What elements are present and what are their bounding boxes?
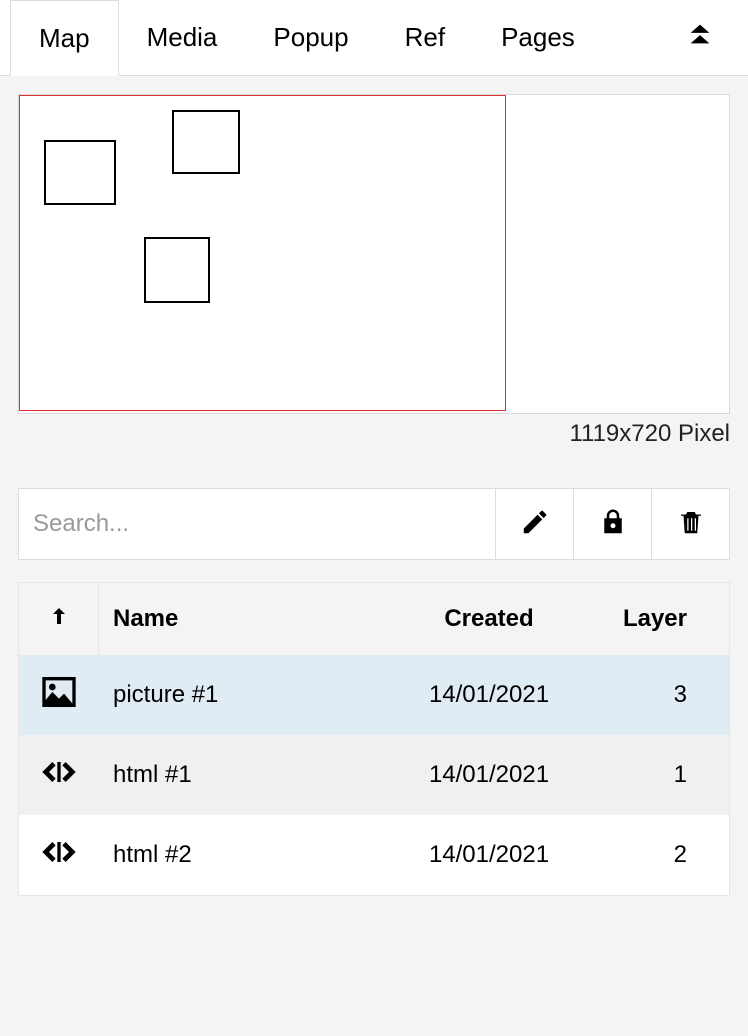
- row-type-cell: [19, 672, 99, 719]
- column-header-created[interactable]: Created: [389, 605, 589, 633]
- code-icon: [39, 832, 79, 879]
- delete-button[interactable]: [651, 489, 729, 559]
- table-row[interactable]: html #114/01/20211: [19, 735, 729, 815]
- preview-canvas[interactable]: [19, 95, 506, 411]
- row-layer: 1: [589, 761, 729, 789]
- tab-bar: Map Media Popup Ref Pages: [0, 0, 748, 76]
- tab-popup[interactable]: Popup: [245, 0, 376, 75]
- row-name: html #2: [99, 841, 389, 869]
- row-name: html #1: [99, 761, 389, 789]
- table-row[interactable]: picture #114/01/20213: [19, 655, 729, 735]
- tab-ref[interactable]: Ref: [377, 0, 473, 75]
- preview-panel: [18, 94, 730, 414]
- table-row[interactable]: html #214/01/20212: [19, 815, 729, 895]
- tab-label: Popup: [273, 22, 348, 53]
- collapse-up-icon: [686, 20, 714, 55]
- row-type-cell: [19, 832, 99, 879]
- row-name: picture #1: [99, 681, 389, 709]
- lock-icon: [598, 507, 628, 542]
- list-toolbar: [18, 488, 730, 560]
- row-type-cell: [19, 752, 99, 799]
- code-icon: [39, 752, 79, 799]
- canvas-shape[interactable]: [172, 110, 240, 174]
- tab-label: Ref: [405, 22, 445, 53]
- canvas-shape[interactable]: [44, 140, 116, 205]
- sort-button[interactable]: [19, 583, 99, 655]
- row-created: 14/01/2021: [389, 681, 589, 709]
- pencil-icon: [520, 507, 550, 542]
- tab-media[interactable]: Media: [119, 0, 246, 75]
- lock-button[interactable]: [573, 489, 651, 559]
- row-layer: 2: [589, 841, 729, 869]
- row-created: 14/01/2021: [389, 761, 589, 789]
- tab-label: Media: [147, 22, 218, 53]
- row-created: 14/01/2021: [389, 841, 589, 869]
- image-icon: [39, 672, 79, 719]
- table-body: picture #114/01/20213html #114/01/20211h…: [19, 655, 729, 895]
- column-header-layer[interactable]: Layer: [589, 605, 729, 633]
- column-header-name[interactable]: Name: [99, 605, 389, 633]
- tab-map[interactable]: Map: [10, 0, 119, 76]
- edit-button[interactable]: [495, 489, 573, 559]
- arrow-up-icon: [47, 604, 71, 635]
- tab-label: Map: [39, 23, 90, 54]
- items-table: Name Created Layer picture #114/01/20213…: [18, 582, 730, 896]
- preview-dimensions: 1119x720 Pixel: [18, 420, 730, 448]
- tab-label: Pages: [501, 22, 575, 53]
- row-layer: 3: [589, 681, 729, 709]
- tab-pages[interactable]: Pages: [473, 0, 603, 75]
- trash-icon: [676, 507, 706, 542]
- canvas-shape[interactable]: [144, 237, 210, 303]
- search-input[interactable]: [19, 489, 495, 559]
- collapse-button[interactable]: [662, 0, 738, 75]
- table-header: Name Created Layer: [19, 583, 729, 655]
